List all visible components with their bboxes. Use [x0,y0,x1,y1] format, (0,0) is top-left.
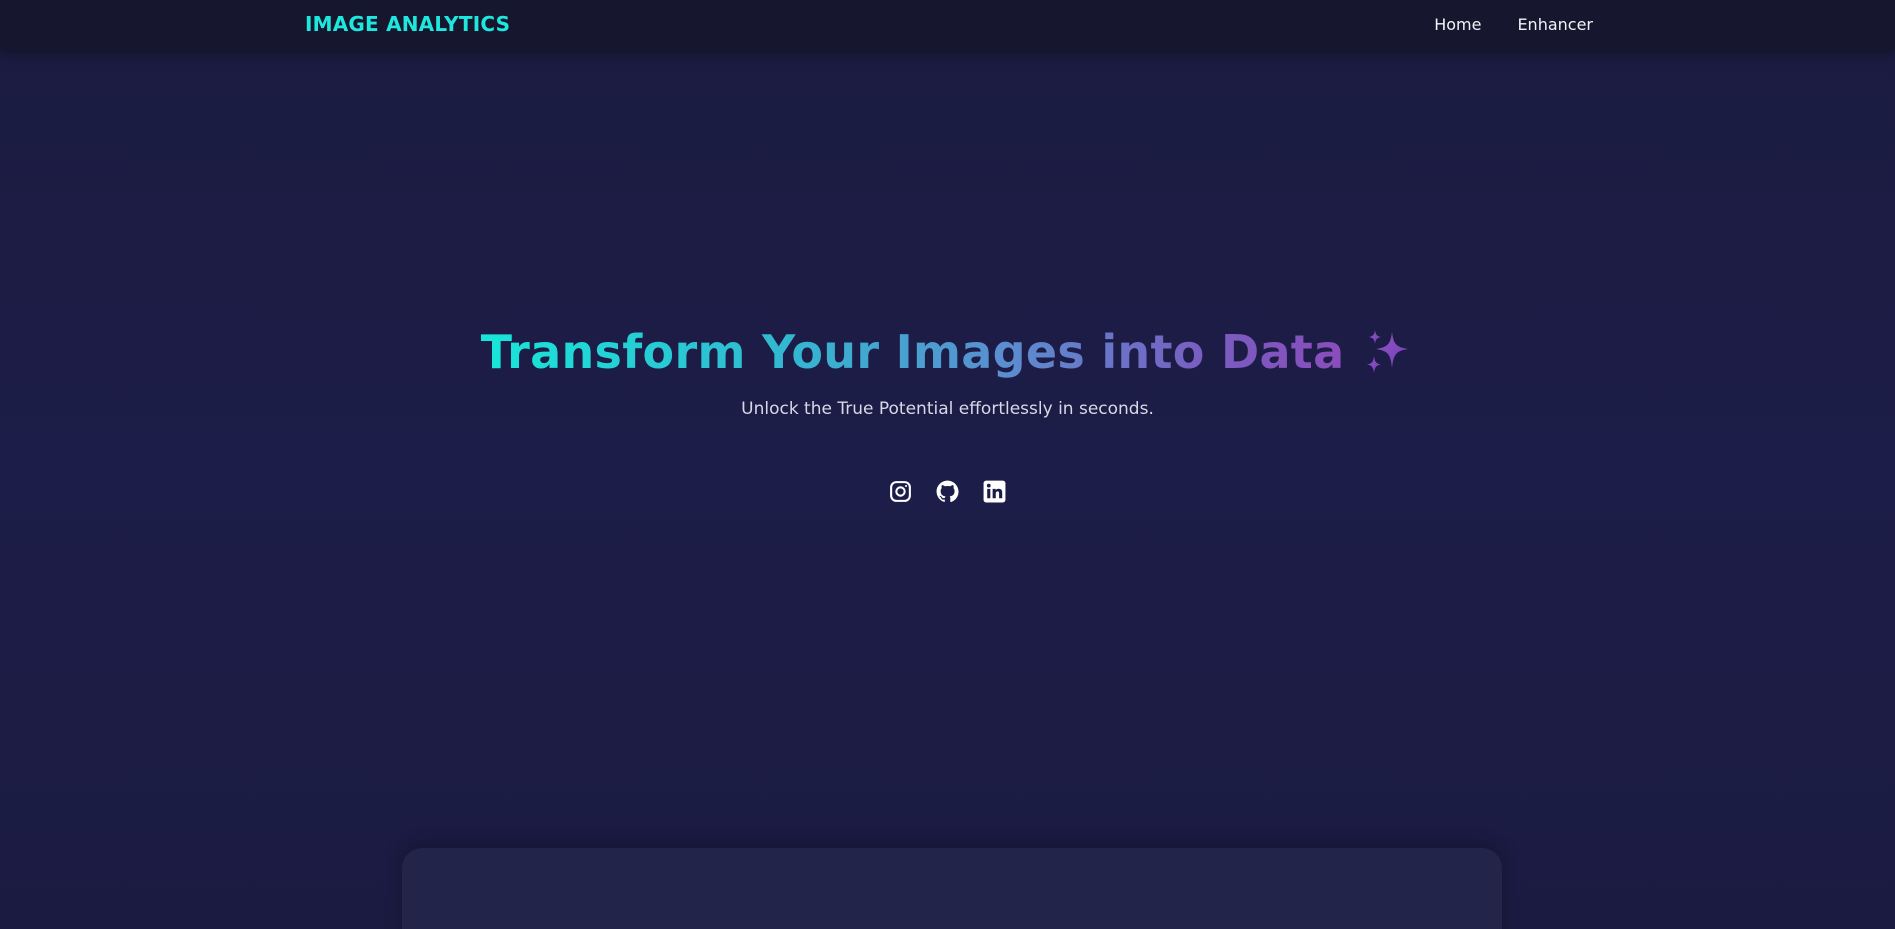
hero-title-text: Transform Your Images into Data [480,325,1345,379]
instagram-icon [890,481,911,502]
linkedin-icon [983,480,1006,503]
github-icon [936,480,959,503]
nav-link-enhancer[interactable]: Enhancer [1517,15,1593,34]
nav-links: Home Enhancer [1434,15,1593,34]
hero-section: Transform Your Images into Data Unlock t… [0,325,1895,419]
sparkles-icon [1367,330,1409,373]
nav-link-home[interactable]: Home [1434,15,1481,34]
linkedin-link[interactable] [982,479,1007,504]
instagram-link[interactable] [888,479,913,504]
page: IMAGE ANALYTICS Home Enhancer Transform … [0,0,1895,929]
hero-subtitle: Unlock the True Potential effortlessly i… [741,399,1154,419]
github-link[interactable] [935,479,960,504]
content-card [402,848,1502,929]
social-links [0,479,1895,504]
hero-title: Transform Your Images into Data [481,325,1415,379]
navbar: IMAGE ANALYTICS Home Enhancer [0,0,1895,51]
brand-logo[interactable]: IMAGE ANALYTICS [305,12,510,36]
